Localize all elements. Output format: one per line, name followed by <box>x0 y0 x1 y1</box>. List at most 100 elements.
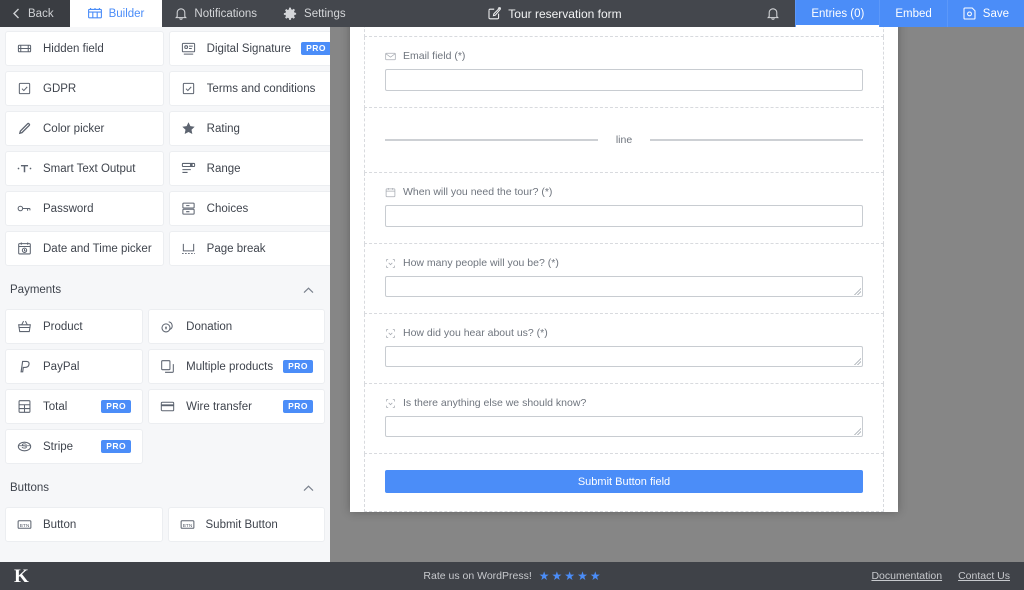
paypal-icon <box>17 359 33 375</box>
checkbox-icon <box>181 81 197 97</box>
rate-us-label: Rate us on WordPress! <box>423 570 531 582</box>
field-card-button[interactable]: BTN Button <box>5 507 163 542</box>
form-row-submit-button-field[interactable]: Submit Button field <box>364 454 884 512</box>
field-card-stripe[interactable]: StripePRO <box>5 429 143 464</box>
calculator-icon <box>17 399 33 415</box>
field-card-label: Date and Time picker <box>43 243 152 255</box>
field-card-password[interactable]: Password <box>5 191 164 226</box>
topbar-spacer-right <box>635 0 752 27</box>
submit-button[interactable]: Submit Button field <box>385 470 863 493</box>
field-card-color-picker[interactable]: Color picker <box>5 111 164 146</box>
star-icon[interactable]: ★ <box>590 570 601 582</box>
textarea-input[interactable] <box>385 346 863 367</box>
tab-notifications-label: Notifications <box>194 8 257 20</box>
field-card-smart-text-output[interactable]: Smart Text Output <box>5 151 164 186</box>
section-header-payments[interactable]: Payments <box>0 266 330 309</box>
star-icon[interactable]: ★ <box>564 570 575 582</box>
svg-text:BTN: BTN <box>182 522 192 528</box>
field-card-multiple-products[interactable]: Multiple productsPRO <box>148 349 325 384</box>
top-navigation-bar: Back Builder Notifications <box>0 0 1024 27</box>
field-card-hidden-field[interactable]: Hidden field <box>5 31 164 66</box>
divider-rule-left <box>385 139 598 141</box>
button-icon: BTN <box>17 517 33 533</box>
form-row-line[interactable]: line <box>364 108 884 173</box>
tab-settings[interactable]: Settings <box>270 0 359 27</box>
field-card-label: Button <box>43 519 151 531</box>
field-card-paypal[interactable]: PayPal <box>5 349 143 384</box>
field-card-label: Donation <box>186 321 313 333</box>
form-builder-app: Back Builder Notifications <box>0 0 1024 590</box>
field-card-label: Multiple products <box>186 361 273 373</box>
star-icon[interactable]: ★ <box>552 570 563 582</box>
section-header-buttons[interactable]: Buttons <box>0 464 330 507</box>
pro-badge: PRO <box>101 440 131 453</box>
text-input[interactable] <box>385 205 863 227</box>
stripe-icon <box>17 439 33 455</box>
entries-button[interactable]: Entries (0) <box>795 0 879 27</box>
chevron-up-icon[interactable] <box>303 485 314 492</box>
section-title-buttons: Buttons <box>10 482 49 494</box>
form-row-how-did-you-hear-about-us[interactable]: How did you hear about us? (*) <box>364 314 884 384</box>
embed-button[interactable]: Embed <box>879 0 946 27</box>
text-input[interactable] <box>385 69 863 91</box>
entries-label: Entries (0) <box>811 8 864 20</box>
field-card-total[interactable]: TotalPRO <box>5 389 143 424</box>
rate-us-block: Rate us on WordPress! ★★★★★ <box>0 570 1024 582</box>
divider-rule-right <box>650 139 863 141</box>
field-card-donation[interactable]: Donation <box>148 309 325 344</box>
form-row-partial-input[interactable] <box>364 27 884 37</box>
back-button[interactable]: Back <box>0 0 70 27</box>
save-button[interactable]: Save <box>947 0 1024 27</box>
star-icon[interactable]: ★ <box>577 570 588 582</box>
field-card-submit-button[interactable]: BTN Submit Button <box>168 507 326 542</box>
field-card-label: Password <box>43 203 152 215</box>
documentation-link[interactable]: Documentation <box>871 570 942 582</box>
payments-grid: ProductDonationPayPalMultiple productsPR… <box>0 309 330 464</box>
chevron-left-icon <box>12 8 21 19</box>
chevron-up-icon[interactable] <box>303 287 314 294</box>
field-card-label: GDPR <box>43 83 152 95</box>
bell-icon <box>767 7 779 20</box>
fields-sidebar[interactable]: Hidden fieldDigital SignaturePRO GDPR Term… <box>0 27 330 562</box>
form-row-email-field[interactable]: Email field (*) <box>364 37 884 108</box>
field-card-gdpr[interactable]: GDPR <box>5 71 164 106</box>
field-card-label: Submit Button <box>206 519 314 531</box>
back-label: Back <box>28 8 54 20</box>
field-card-date-and-time-picker[interactable]: Date and Time picker <box>5 231 164 266</box>
button-icon: BTN <box>180 517 196 533</box>
field-card-rating[interactable]: Rating <box>169 111 330 146</box>
digital-signature-icon <box>181 41 197 57</box>
status-bar-links: Documentation Contact Us <box>871 570 1010 582</box>
save-label: Save <box>983 8 1009 20</box>
star-icon <box>181 121 197 137</box>
field-label: How did you hear about us? (*) <box>385 327 863 339</box>
tab-notifications[interactable]: Notifications <box>162 0 270 27</box>
field-card-page-break[interactable]: Page break <box>169 231 330 266</box>
field-label: Email field (*) <box>385 50 863 62</box>
field-card-label: Choices <box>207 203 330 215</box>
form-title[interactable]: Tour reservation form <box>475 0 634 27</box>
field-card-choices[interactable]: Choices <box>169 191 330 226</box>
buttons-grid: BTN Button BTN Submit Button <box>0 507 330 542</box>
textarea-input[interactable] <box>385 416 863 437</box>
star-icon[interactable]: ★ <box>539 570 550 582</box>
field-label-text: When will you need the tour? (*) <box>403 186 552 198</box>
form-row-how-many-people-will-you-be[interactable]: How many people will you be? (*) <box>364 244 884 314</box>
topbar-spacer-left <box>359 0 476 27</box>
form-row-when-will-you-need-the-tour[interactable]: When will you need the tour? (*) <box>364 173 884 244</box>
alerts-button[interactable] <box>751 0 795 27</box>
field-card-wire-transfer[interactable]: Wire transferPRO <box>148 389 325 424</box>
gear-icon <box>283 7 297 21</box>
field-card-terms-and-conditions[interactable]: Terms and conditions <box>169 71 330 106</box>
field-card-product[interactable]: Product <box>5 309 143 344</box>
builder-blocks-icon <box>88 7 102 20</box>
contact-us-link[interactable]: Contact Us <box>958 570 1010 582</box>
textarea-input[interactable] <box>385 276 863 297</box>
rating-stars[interactable]: ★★★★★ <box>539 570 601 582</box>
tab-builder[interactable]: Builder <box>70 0 163 27</box>
field-card-range[interactable]: Range <box>169 151 330 186</box>
copy-stack-icon <box>160 359 176 375</box>
field-label: When will you need the tour? (*) <box>385 186 863 198</box>
form-row-is-there-anything-else-we-should-know[interactable]: Is there anything else we should know? <box>364 384 884 454</box>
field-card-digital-signature[interactable]: Digital SignaturePRO <box>169 31 330 66</box>
